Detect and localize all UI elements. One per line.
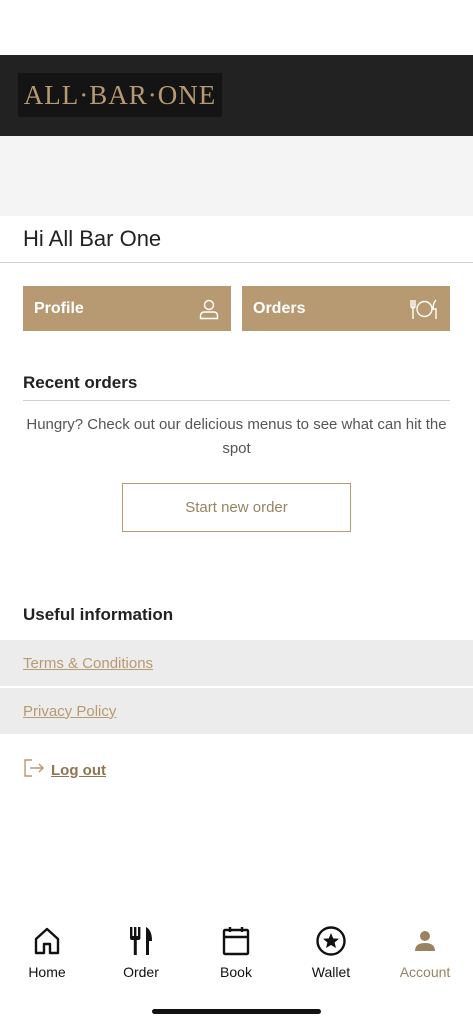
- tab-home[interactable]: Home: [0, 926, 94, 986]
- greeting-text: Hi All Bar One: [23, 226, 162, 251]
- recent-orders-empty-message: Hungry? Check out our delicious menus to…: [26, 416, 447, 457]
- orders-button[interactable]: Orders: [242, 286, 450, 331]
- tab-wallet-label: Wallet: [311, 964, 351, 980]
- privacy-policy-link[interactable]: Privacy Policy: [23, 703, 116, 720]
- orders-button-label: Orders: [253, 299, 306, 317]
- tab-account[interactable]: Account: [378, 926, 472, 986]
- useful-information-title: Useful information: [23, 605, 174, 624]
- tab-book-label: Book: [220, 964, 252, 980]
- tab-wallet[interactable]: Wallet: [284, 926, 378, 986]
- person-icon: [411, 926, 439, 959]
- privacy-policy-row[interactable]: Privacy Policy: [0, 688, 473, 734]
- calendar-icon: [222, 926, 250, 959]
- logout-button[interactable]: Log out: [23, 758, 106, 782]
- brand-logo: ALL·BAR·ONE: [18, 73, 222, 117]
- cutlery-icon: [128, 926, 154, 959]
- tab-account-label: Account: [399, 964, 451, 980]
- recent-orders-title: Recent orders: [23, 373, 138, 392]
- profile-icon: [198, 298, 220, 320]
- divider: [0, 262, 473, 263]
- terms-conditions-link[interactable]: Terms & Conditions: [23, 655, 153, 672]
- banner-area: [0, 136, 473, 216]
- tab-order-label: Order: [123, 964, 159, 980]
- status-bar: [0, 0, 473, 55]
- star-circle-icon: [316, 926, 346, 959]
- divider: [23, 400, 450, 401]
- tab-book[interactable]: Book: [189, 926, 283, 986]
- profile-button[interactable]: Profile: [23, 286, 231, 331]
- tab-home-label: Home: [28, 964, 66, 980]
- tab-order[interactable]: Order: [94, 926, 188, 986]
- brand-header: ALL·BAR·ONE: [0, 55, 473, 136]
- start-new-order-button[interactable]: Start new order: [122, 483, 351, 532]
- profile-button-label: Profile: [34, 299, 84, 317]
- terms-conditions-row[interactable]: Terms & Conditions: [0, 640, 473, 686]
- logout-label[interactable]: Log out: [51, 762, 106, 779]
- logout-icon: [23, 758, 45, 782]
- plate-cutlery-icon: [409, 298, 439, 320]
- home-indicator: [152, 1009, 321, 1014]
- home-icon: [33, 926, 61, 959]
